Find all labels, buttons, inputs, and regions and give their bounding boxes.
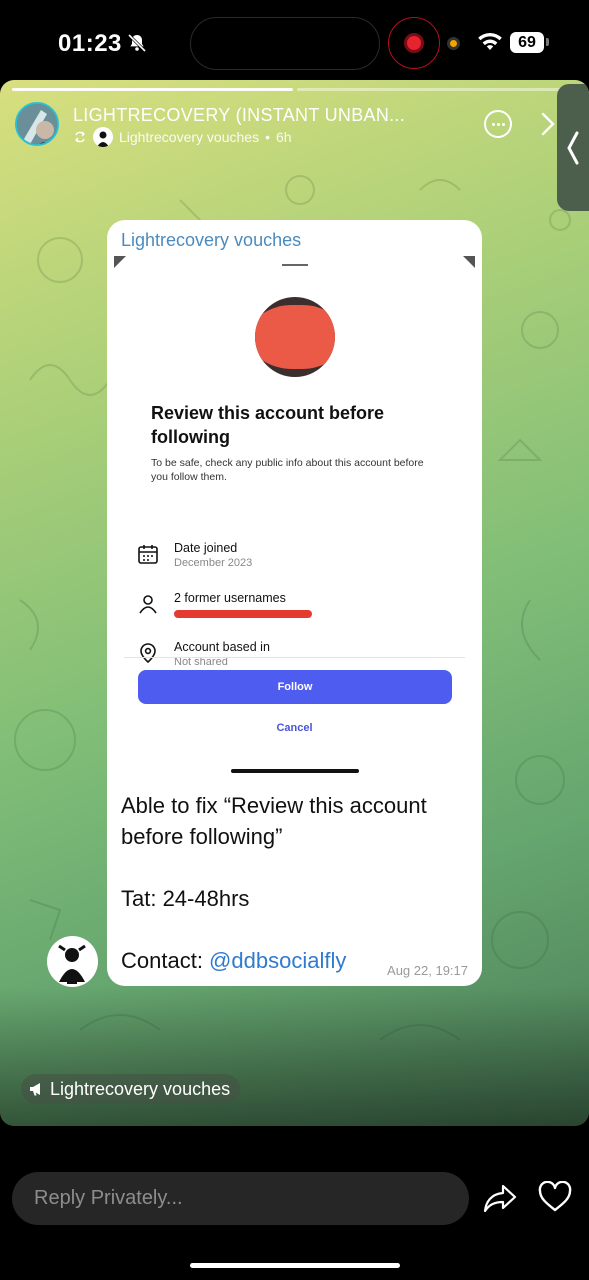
repost-icon — [75, 131, 85, 143]
channel-avatar[interactable] — [15, 102, 59, 146]
dynamic-island — [190, 17, 380, 70]
status-bar: 01:23 69 — [0, 0, 589, 80]
channel-chip-label: Lightrecovery vouches — [50, 1078, 231, 1099]
screenshot-corner — [463, 256, 475, 268]
message-line-tat: Tat: 24-48hrs — [121, 886, 250, 911]
cancel-button: Cancel — [276, 722, 313, 734]
review-description: To be safe, check any public info about … — [151, 457, 424, 483]
share-icon[interactable] — [482, 1182, 518, 1214]
sender-avatar[interactable] — [47, 936, 98, 987]
heart-icon[interactable] — [538, 1181, 572, 1213]
message-text: Able to fix “Review this account before … — [121, 790, 471, 976]
battery-tip — [546, 38, 549, 46]
story-age: 6h — [275, 129, 292, 145]
redaction-underline — [174, 610, 312, 618]
status-time: 01:23 — [58, 30, 122, 57]
screen-recording-indicator[interactable] — [388, 17, 440, 69]
megaphone-icon — [30, 1083, 40, 1096]
calendar-icon — [138, 545, 158, 564]
location-pin-icon — [140, 643, 156, 664]
story-subtitle: Lightrecovery vouches • 6h — [73, 127, 292, 147]
sheet-grabber — [282, 264, 308, 266]
row-label: Date joined — [174, 541, 238, 555]
bell-muted-icon — [127, 33, 147, 53]
story-progress-bar — [12, 88, 577, 91]
home-indicator[interactable] — [190, 1263, 400, 1268]
person-icon — [139, 595, 157, 614]
sender-avatar-image — [58, 944, 86, 984]
progress-segment — [12, 88, 293, 91]
screenshot-corner — [114, 256, 126, 268]
row-value: December 2023 — [174, 557, 253, 569]
story-card[interactable]: LIGHTRECOVERY (INSTANT UNBAN... Lightrec… — [0, 80, 589, 1126]
side-panel-handle[interactable] — [557, 84, 589, 211]
chevron-left-icon — [567, 131, 579, 164]
screenshot-home-indicator — [231, 769, 359, 773]
bottom-gradient-overlay — [0, 986, 589, 1126]
message-timestamp: Aug 22, 19:17 — [387, 963, 468, 978]
info-row-former-usernames: 2 former usernames — [137, 591, 457, 631]
record-dot-icon — [404, 33, 424, 53]
repost-source-name[interactable]: Lightrecovery vouches — [119, 129, 259, 145]
message-line-fix: Able to fix “Review this account before … — [121, 793, 427, 849]
privacy-indicator-icon — [447, 37, 460, 50]
follow-button: Follow — [138, 670, 452, 704]
story-channel-title[interactable]: LIGHTRECOVERY (INSTANT UNBAN... — [73, 105, 405, 126]
chevron-right-icon[interactable] — [540, 112, 556, 136]
channel-chip[interactable]: Lightrecovery vouches — [21, 1074, 241, 1104]
row-label: 2 former usernames — [174, 591, 286, 605]
divider — [124, 657, 465, 658]
redaction-scribble — [255, 305, 335, 369]
battery-level: 69 — [510, 32, 544, 53]
more-options-button[interactable] — [484, 110, 512, 138]
redacted-profile-avatar — [255, 297, 335, 377]
source-avatar — [93, 127, 113, 147]
reply-box[interactable] — [12, 1172, 469, 1225]
wifi-icon — [478, 32, 502, 50]
review-heading: Review this account before following — [151, 403, 385, 447]
attached-screenshot[interactable]: Review this account before following To … — [114, 256, 475, 784]
progress-segment — [296, 88, 577, 91]
reply-input[interactable] — [34, 1187, 469, 1210]
message-sender-name[interactable]: Lightrecovery vouches — [121, 230, 301, 251]
separator-dot: • — [265, 129, 270, 145]
contact-prefix: Contact: — [121, 948, 210, 973]
info-row-date-joined: Date joined December 2023 — [137, 541, 457, 581]
message-bubble[interactable]: Lightrecovery vouches Review this accoun… — [107, 220, 482, 986]
contact-handle-link[interactable]: @ddbsocialfly — [209, 948, 346, 973]
row-label: Account based in — [174, 640, 270, 654]
